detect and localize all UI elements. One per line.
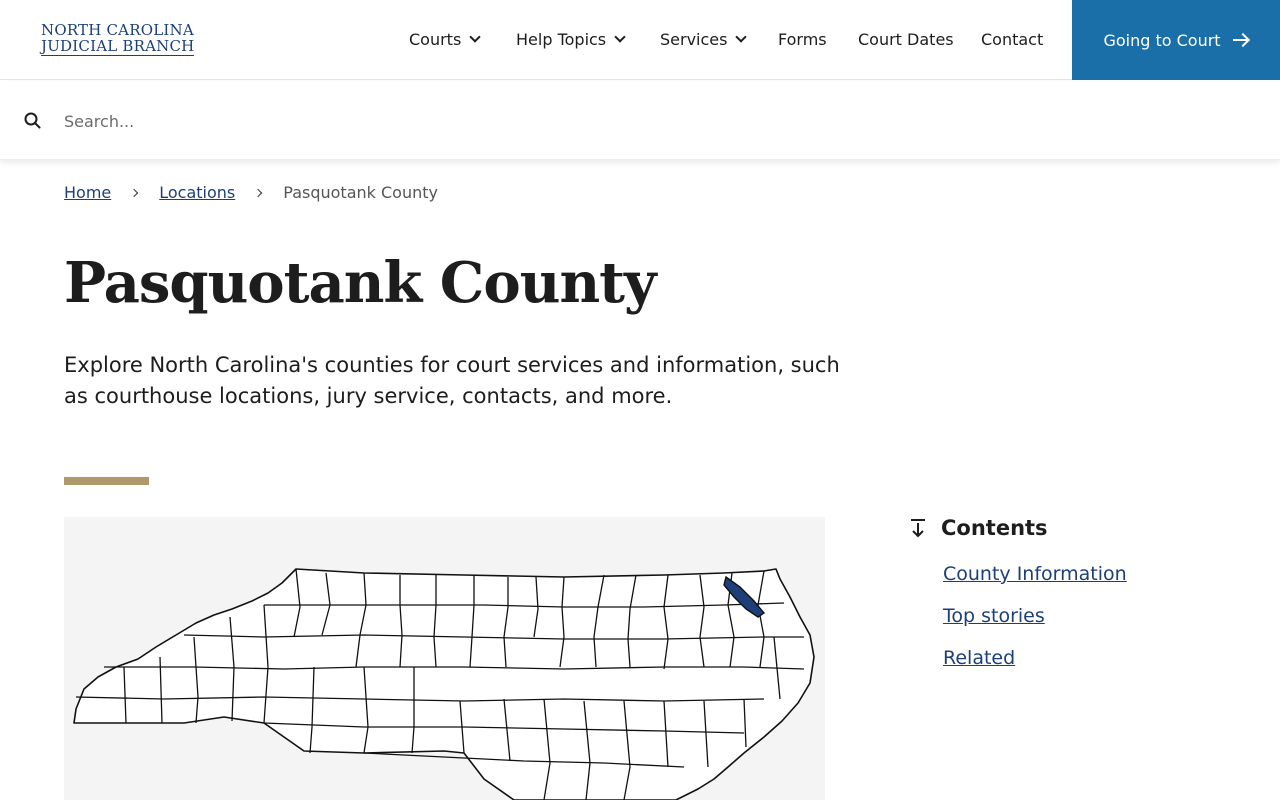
nav-services-label: Services (660, 30, 728, 49)
chevron-right-icon (254, 188, 263, 197)
going-to-court-label: Going to Court (1103, 30, 1221, 50)
toc-link-top-stories[interactable]: Top stories (943, 605, 1045, 627)
nav-courts-label: Courts (409, 30, 462, 49)
contents-list: County Information Top stories Related (943, 563, 1127, 669)
county-map (64, 517, 825, 800)
nav-services[interactable]: Services (660, 30, 748, 49)
nav-court-dates-label: Court Dates (858, 30, 954, 49)
list-item: Top stories (943, 605, 1127, 627)
nav-help-topics[interactable]: Help Topics (516, 30, 626, 49)
search-input[interactable] (56, 101, 1236, 141)
contents-title: Contents (941, 516, 1048, 540)
arrow-right-icon (1232, 34, 1249, 46)
breadcrumb: Home Locations Pasquotank County (64, 183, 438, 202)
site-logo[interactable]: NORTH CAROLINA JUDICIAL BRANCH (41, 21, 195, 56)
nav-help-topics-label: Help Topics (516, 30, 607, 49)
chevron-right-icon (130, 188, 139, 197)
logo-line-2: JUDICIAL BRANCH (41, 37, 195, 56)
going-to-court-button[interactable]: Going to Court (1072, 0, 1280, 80)
site-header: NORTH CAROLINA JUDICIAL BRANCH Courts He… (0, 0, 1280, 80)
nav-contact-label: Contact (981, 30, 1044, 49)
list-item: County Information (943, 563, 1127, 585)
toc-link-county-information[interactable]: County Information (943, 563, 1127, 585)
chevron-down-icon (469, 31, 481, 43)
search-icon[interactable] (24, 112, 41, 129)
nav-court-dates[interactable]: Court Dates (858, 30, 954, 49)
chevron-down-icon (614, 31, 626, 43)
contents-header: Contents (909, 516, 1127, 540)
nav-forms[interactable]: Forms (778, 30, 827, 49)
arrow-down-to-line-icon (911, 519, 925, 538)
north-carolina-map (73, 568, 815, 800)
accent-rule (64, 477, 149, 485)
breadcrumb-home-link[interactable]: Home (64, 183, 111, 202)
search-bar (0, 81, 1280, 160)
nav-courts[interactable]: Courts (409, 30, 481, 49)
page-title: Pasquotank County (64, 250, 657, 316)
page-lead: Explore North Carolina's counties for co… (64, 353, 840, 408)
list-item: Related (943, 647, 1127, 669)
toc-link-related[interactable]: Related (943, 647, 1015, 669)
contents-sidebar: Contents County Information Top stories … (909, 516, 1127, 689)
breadcrumb-current: Pasquotank County (283, 183, 438, 202)
nav-contact[interactable]: Contact (981, 30, 1043, 49)
breadcrumb-locations-link[interactable]: Locations (159, 183, 235, 202)
logo-line-1: NORTH CAROLINA (41, 21, 194, 39)
nav-forms-label: Forms (778, 30, 827, 49)
chevron-down-icon (735, 31, 748, 43)
